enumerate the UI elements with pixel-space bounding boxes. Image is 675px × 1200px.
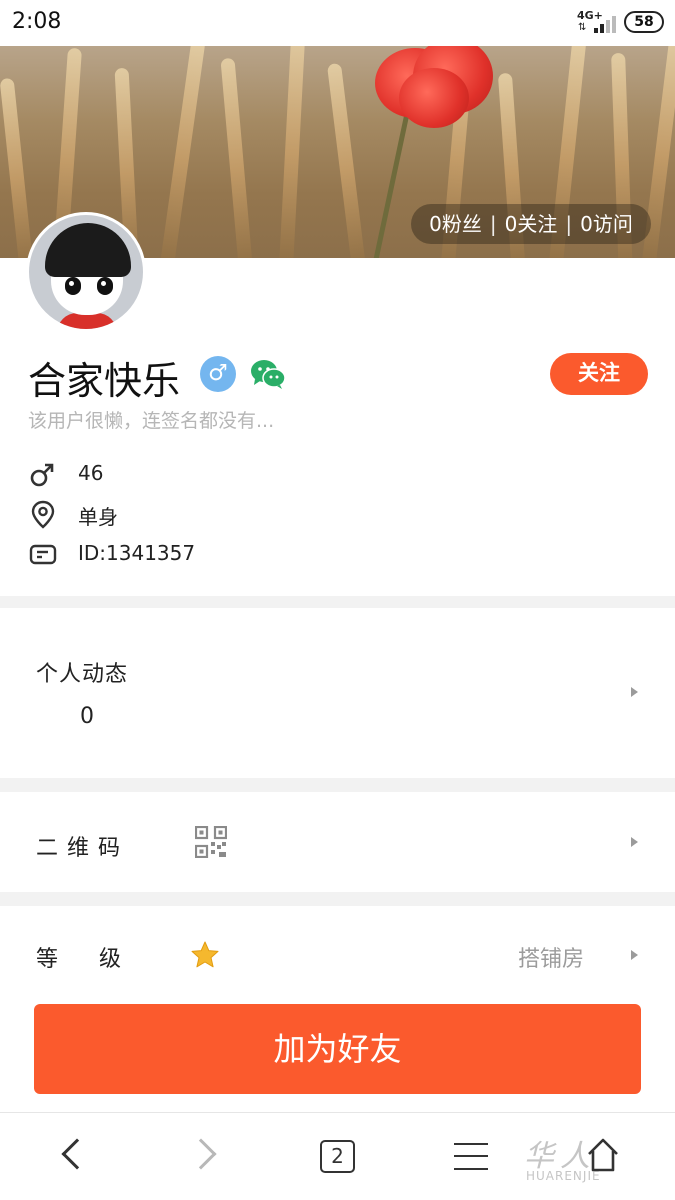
location-pin-icon [31, 500, 55, 529]
location-value: 单身 [78, 505, 118, 529]
signal-icon: 4G+ ⇅ [577, 9, 617, 35]
status-bar: 2:08 4G+ ⇅ 58 [0, 0, 675, 46]
add-friend-button[interactable]: 加为好友 [34, 1004, 641, 1094]
id-card-icon [29, 544, 57, 565]
forward-icon[interactable] [185, 1138, 217, 1170]
id-value: ID:1341357 [78, 541, 196, 565]
fans-count[interactable]: 0粉丝 [429, 212, 482, 236]
menu-icon[interactable] [454, 1141, 488, 1171]
poppy-flower-image [375, 46, 493, 138]
battery-icon: 58 [624, 11, 664, 33]
level-value: 搭铺房 [518, 947, 585, 972]
signal-bars-icon [590, 13, 616, 33]
avatar[interactable] [26, 212, 146, 332]
browser-bottom-bar: 2 华人 HUARENJIE [0, 1112, 675, 1200]
level-title: 等 级 [36, 947, 122, 972]
back-icon[interactable] [61, 1138, 93, 1170]
follow-button[interactable]: 关注 [550, 353, 648, 395]
following-count[interactable]: 0关注 [505, 212, 558, 236]
status-time: 2:08 [12, 9, 62, 34]
section-divider [0, 596, 675, 608]
chevron-right-icon [631, 687, 638, 697]
star-icon [191, 941, 219, 968]
qr-code-icon[interactable] [195, 826, 227, 858]
section-divider [0, 892, 675, 906]
profile-signature: 该用户很懒，连签名都没有... [28, 410, 275, 432]
male-gender-icon [30, 463, 54, 487]
activity-count: 0 [80, 704, 94, 729]
section-divider [0, 778, 675, 792]
age-value: 46 [78, 461, 104, 485]
chevron-right-icon [631, 837, 638, 847]
tabs-button[interactable]: 2 [320, 1140, 355, 1173]
visits-count[interactable]: 0访问 [580, 212, 633, 236]
male-icon: ♂ [200, 356, 236, 392]
profile-stats: 0粉丝 | 0关注 | 0访问 [411, 204, 651, 244]
profile-name: 合家快乐 [28, 359, 181, 403]
home-icon[interactable] [586, 1137, 620, 1173]
wechat-icon[interactable] [250, 358, 286, 390]
chevron-right-icon [631, 950, 638, 960]
network-arrows: ⇅ [578, 22, 587, 33]
qr-code-title: 二 维 码 [36, 836, 121, 861]
activity-title: 个人动态 [36, 662, 129, 687]
